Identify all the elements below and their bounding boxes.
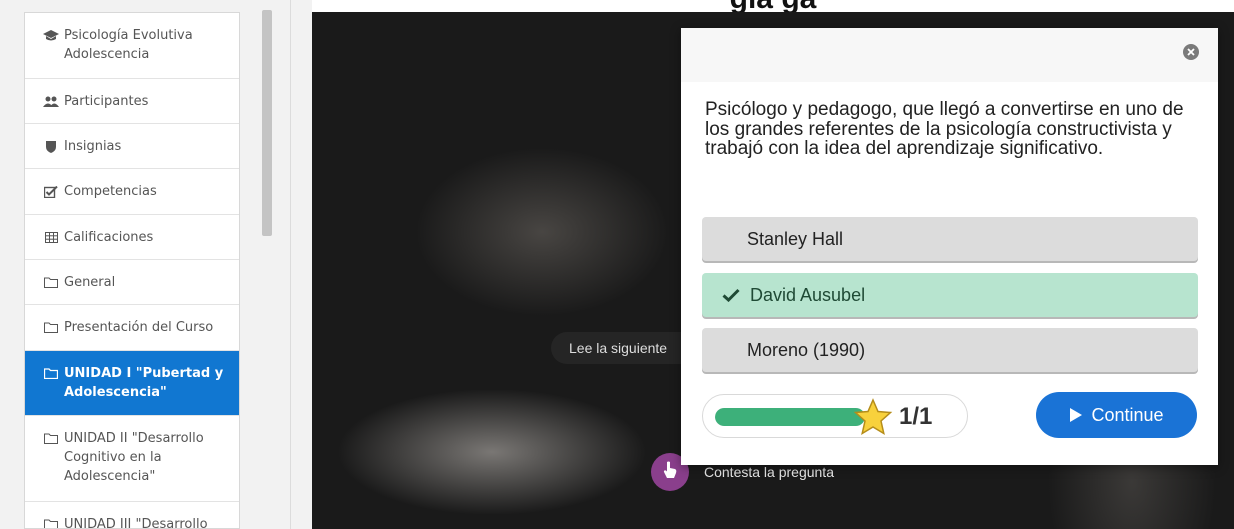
close-button[interactable] <box>1183 44 1199 60</box>
graduation-cap-icon <box>42 26 60 45</box>
hand-pointer-icon <box>663 461 677 484</box>
play-icon <box>1069 407 1083 423</box>
checkmark-icon <box>722 288 742 302</box>
score-progress: 1/1 <box>702 394 968 438</box>
progress-bar <box>715 408 865 426</box>
sidebar-item-participants[interactable]: Participantes <box>25 79 239 124</box>
checkbox-icon <box>42 182 60 201</box>
course-nav: Psicología Evolutiva Adolescencia Partic… <box>24 12 240 529</box>
hotspot-label: Contesta la pregunta <box>704 464 834 480</box>
answer-label: Stanley Hall <box>747 228 844 249</box>
sidebar-item-label: Psicología Evolutiva Adolescencia <box>64 28 193 62</box>
answer-label: David Ausubel <box>750 284 866 305</box>
close-icon <box>1187 43 1195 61</box>
table-icon <box>42 228 60 247</box>
video-overlay-label: Lee la siguiente <box>551 332 691 364</box>
dialog-header <box>681 28 1218 82</box>
sidebar-item-label: Competencias <box>64 184 157 199</box>
sidebar-item-label: UNIDAD II "Desarrollo Cognitivo en la Ad… <box>64 431 204 484</box>
sidebar-item-label: Presentación del Curso <box>64 320 214 335</box>
sidebar-item-unidad-1[interactable]: UNIDAD I "Pubertad y Adolescencia" <box>25 351 239 416</box>
sidebar-item-competencies[interactable]: Competencias <box>25 169 239 215</box>
answer-option-1[interactable]: Stanley Hall <box>702 217 1198 261</box>
score-text: 1/1 <box>899 403 933 430</box>
sidebar-item-grades[interactable]: Calificaciones <box>25 215 239 260</box>
sidebar-item-label: Insignias <box>64 139 122 154</box>
sidebar-item-label: UNIDAD I "Pubertad y Adolescencia" <box>64 366 224 400</box>
answer-option-3[interactable]: Moreno (1990) <box>702 328 1198 372</box>
folder-icon <box>42 429 60 448</box>
progress-fill <box>715 408 865 426</box>
continue-label: Continue <box>1091 404 1164 425</box>
sidebar-divider <box>290 0 291 529</box>
sidebar-region: Psicología Evolutiva Adolescencia Partic… <box>0 0 312 529</box>
sidebar-item-course[interactable]: Psicología Evolutiva Adolescencia <box>25 13 239 79</box>
sidebar-item-unidad-2[interactable]: UNIDAD II "Desarrollo Cognitivo en la Ad… <box>25 416 239 502</box>
sidebar-item-label: Calificaciones <box>64 230 154 245</box>
star-icon <box>853 398 893 441</box>
sidebar-item-badges[interactable]: Insignias <box>25 124 239 169</box>
sidebar-item-label: Participantes <box>64 94 149 109</box>
continue-button[interactable]: Continue <box>1036 392 1197 438</box>
folder-icon <box>42 273 60 292</box>
sidebar-item-general[interactable]: General <box>25 260 239 305</box>
answer-option-2[interactable]: David Ausubel <box>702 273 1198 317</box>
answer-label: Moreno (1990) <box>747 339 866 360</box>
sidebar-item-label: UNIDAD III "Desarrollo <box>64 517 208 529</box>
sidebar-scrollbar-thumb[interactable] <box>262 10 272 236</box>
shield-icon <box>42 137 60 156</box>
sidebar-item-course-presentation[interactable]: Presentación del Curso <box>25 305 239 351</box>
sidebar-item-label: General <box>64 275 116 290</box>
question-text: Psicólogo y pedagogo, que llegó a conver… <box>705 99 1184 159</box>
folder-icon <box>42 318 60 337</box>
sidebar-item-unidad-3[interactable]: UNIDAD III "Desarrollo <box>25 502 239 529</box>
users-icon <box>42 92 60 111</box>
folder-icon <box>42 515 60 528</box>
question-dialog: Psicólogo y pedagogo, que llegó a conver… <box>681 28 1218 465</box>
folder-icon <box>42 364 60 383</box>
